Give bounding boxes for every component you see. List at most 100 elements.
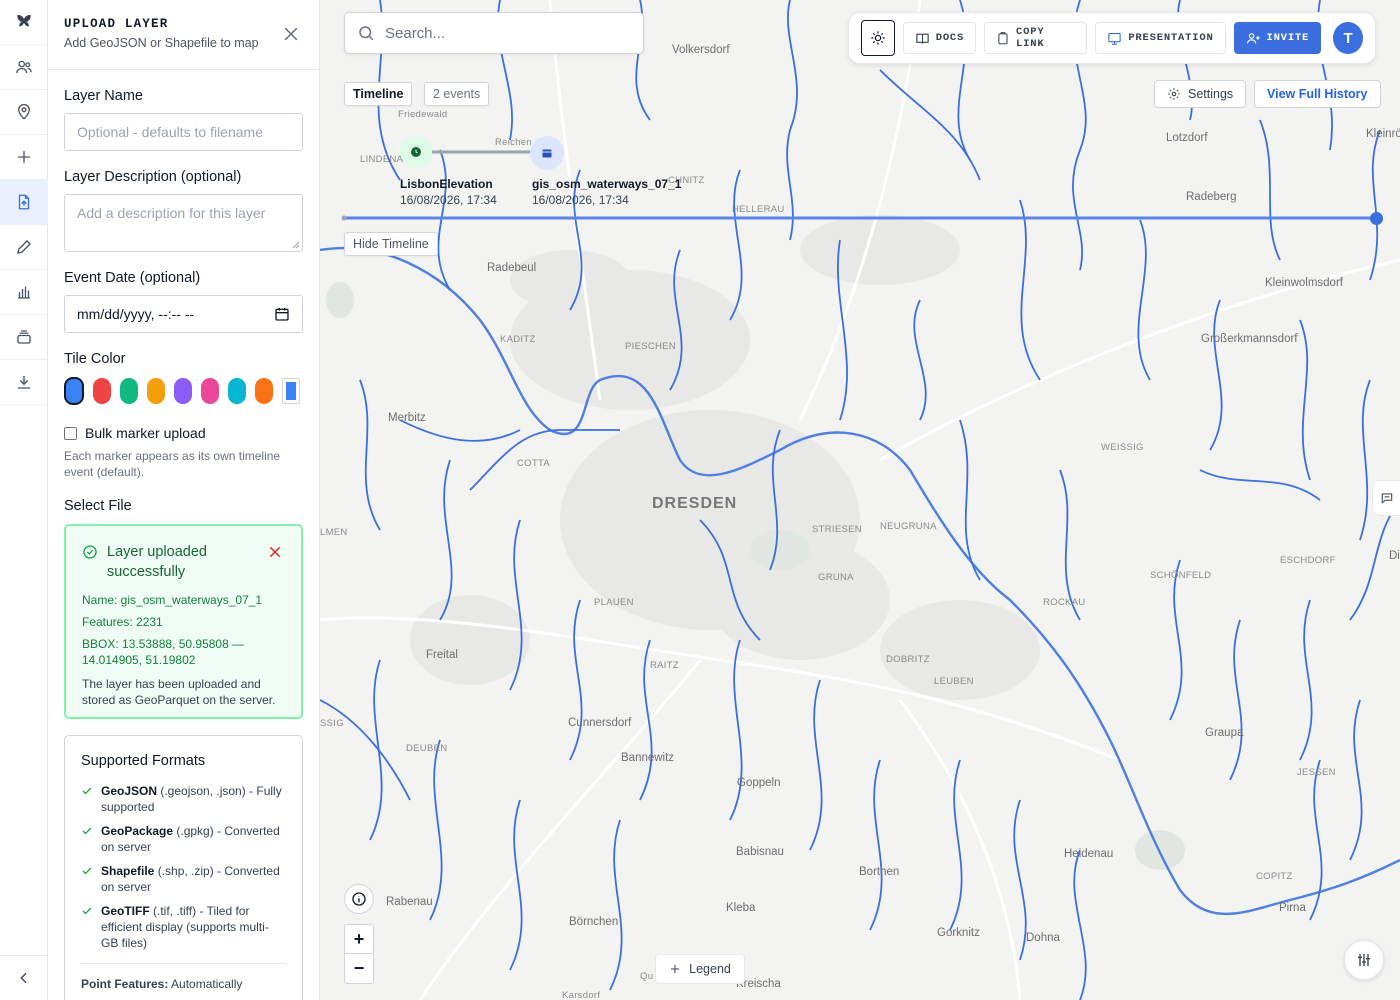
formats-title: Supported Formats [81, 753, 206, 769]
format-item: GeoJSON (.geojson, .json) - Fully suppor… [81, 783, 286, 815]
map-place-label: LEUBEN [934, 676, 974, 687]
timeline-marker-waterways[interactable] [530, 136, 564, 170]
event-date-label: Event Date (optional) [64, 270, 201, 286]
plus-icon [18, 151, 30, 163]
chat-icon [1381, 493, 1393, 504]
pencil-icon [17, 240, 31, 254]
rail-upload-layer[interactable] [0, 180, 48, 225]
zoom-control: + − [344, 924, 374, 984]
event-date-input[interactable]: mm/dd/yyyy, --:-- -- [64, 295, 303, 333]
collapse-sidebar-button[interactable] [0, 955, 48, 1000]
map-place-label: Kleba [726, 902, 756, 914]
rail-markers[interactable] [0, 90, 48, 135]
clock-icon [411, 147, 421, 157]
layer-name-placeholder: Optional - defaults to filename [77, 124, 263, 140]
map-place-label: Cunnersdorf [568, 717, 632, 729]
app-root: UPLOAD LAYER Add GeoJSON or Shapefile to… [0, 0, 1400, 1000]
dismiss-icon[interactable] [267, 544, 283, 560]
map-place-label: DOBRITZ [886, 654, 930, 665]
rail-users[interactable] [0, 45, 48, 90]
map-place-label: Dohna [1026, 932, 1060, 944]
timeline-scrubber-handle[interactable] [1370, 212, 1383, 225]
map-info-button[interactable] [344, 884, 374, 914]
success-features: Features: 2231 [82, 615, 163, 629]
close-icon[interactable] [281, 24, 301, 44]
tile-color-swatch[interactable] [255, 378, 273, 404]
bulk-marker-upload-row[interactable]: Bulk marker upload [64, 425, 303, 441]
format-name: GeoPackage [101, 824, 174, 838]
layer-description-placeholder: Add a description for this layer [77, 205, 266, 221]
zoom-out-button[interactable]: − [345, 954, 373, 983]
point-features-note: Point Features: Automatically [81, 976, 286, 992]
map-place-label: Freital [426, 649, 458, 661]
map-place-label: Kleinwolmsdorf [1265, 277, 1343, 289]
bar-chart-icon [18, 286, 30, 299]
users-icon [16, 60, 32, 74]
map-place-label: Goppeln [737, 777, 781, 789]
map-place-label: Babisnau [736, 846, 784, 858]
tile-color-swatch[interactable] [228, 378, 246, 404]
map-place-label: WEISSIG [1101, 442, 1144, 453]
layer-name-input[interactable]: Optional - defaults to filename [64, 113, 303, 151]
tile-color-swatch[interactable] [147, 378, 165, 404]
app-logo[interactable] [0, 0, 48, 45]
timeline-event-time: 16/08/2026, 17:34 [400, 193, 497, 207]
legend-button[interactable]: Legend [655, 954, 745, 984]
rail-download[interactable] [0, 360, 48, 405]
map-place-label: Großerkmannsdorf [1201, 333, 1298, 345]
success-bbox: BBOX: 13.53888, 50.95808 — 14.014905, 51… [82, 637, 245, 667]
bulk-marker-hint: Each marker appears as its own timeline … [64, 449, 281, 479]
tile-color-swatch[interactable] [64, 377, 84, 405]
map-place-label: Rabenau [386, 896, 433, 908]
check-icon [82, 787, 92, 795]
timeline-marker-lisbon-elevation[interactable] [400, 136, 432, 168]
tile-color-swatch[interactable] [201, 378, 219, 404]
calendar-icon[interactable] [274, 306, 290, 322]
tile-color-swatches [64, 377, 303, 405]
format-name: GeoTIFF [101, 904, 150, 918]
hide-timeline-button[interactable]: Hide Timeline [344, 232, 438, 256]
timeline-event-time: 16/08/2026, 17:34 [532, 193, 629, 207]
tile-color-swatch[interactable] [93, 378, 111, 404]
map-place-label: COPITZ [1256, 871, 1293, 882]
resize-handle-icon[interactable] [292, 241, 300, 249]
rail-charts[interactable] [0, 270, 48, 315]
comments-panel-tab[interactable] [1372, 480, 1400, 516]
download-icon [18, 376, 30, 389]
custom-color-picker[interactable] [282, 378, 300, 404]
point-features-text: Automatically [168, 977, 243, 991]
map-canvas[interactable]: Volkersdorf Friedewald LINDENA Reichen CHNIT… [320, 0, 1400, 1000]
map-place-label: DEUBEN [406, 743, 448, 754]
rail-layers[interactable] [0, 315, 48, 360]
map-pin-icon [18, 103, 30, 120]
map-place-label: SCHÖNFELD [1150, 570, 1212, 581]
timeline-event-name: LisbonElevation [400, 177, 493, 191]
panel-header: UPLOAD LAYER Add GeoJSON or Shapefile to… [48, 0, 319, 70]
map-place-label: GRUNA [818, 572, 854, 583]
success-note: The layer has been uploaded and stored a… [82, 677, 276, 707]
check-icon [82, 827, 92, 835]
formats-list: GeoJSON (.geojson, .json) - Fully suppor… [81, 783, 286, 951]
supported-formats-box: Supported Formats GeoJSON (.geojson, .js… [64, 735, 303, 1000]
file-upload-icon [18, 194, 30, 210]
bulk-marker-checkbox[interactable] [64, 426, 77, 440]
check-icon [82, 867, 92, 875]
map-place-label: Merbitz [388, 412, 426, 424]
rail-add[interactable] [0, 135, 48, 180]
map-place-label: LMEN [320, 527, 348, 538]
layer-description-textarea[interactable]: Add a description for this layer [64, 194, 303, 252]
map-place-label: Pirna [1279, 902, 1306, 914]
zoom-in-button[interactable]: + [345, 925, 373, 954]
info-icon [352, 892, 366, 906]
map-tools-button[interactable] [1344, 940, 1384, 980]
tile-color-swatch[interactable] [120, 378, 138, 404]
map-place-label: JESSEN [1297, 767, 1336, 778]
map-place-label: NEUGRUNA [880, 521, 937, 532]
map-place-label: PLAUEN [594, 597, 634, 608]
map-place-label: Gorknitz [937, 927, 980, 939]
sliders-icon [1358, 954, 1370, 966]
rail-draw[interactable] [0, 225, 48, 270]
icon-rail [0, 0, 48, 1000]
tile-color-swatch[interactable] [174, 378, 192, 404]
map-place-label: COTTA [517, 458, 550, 469]
